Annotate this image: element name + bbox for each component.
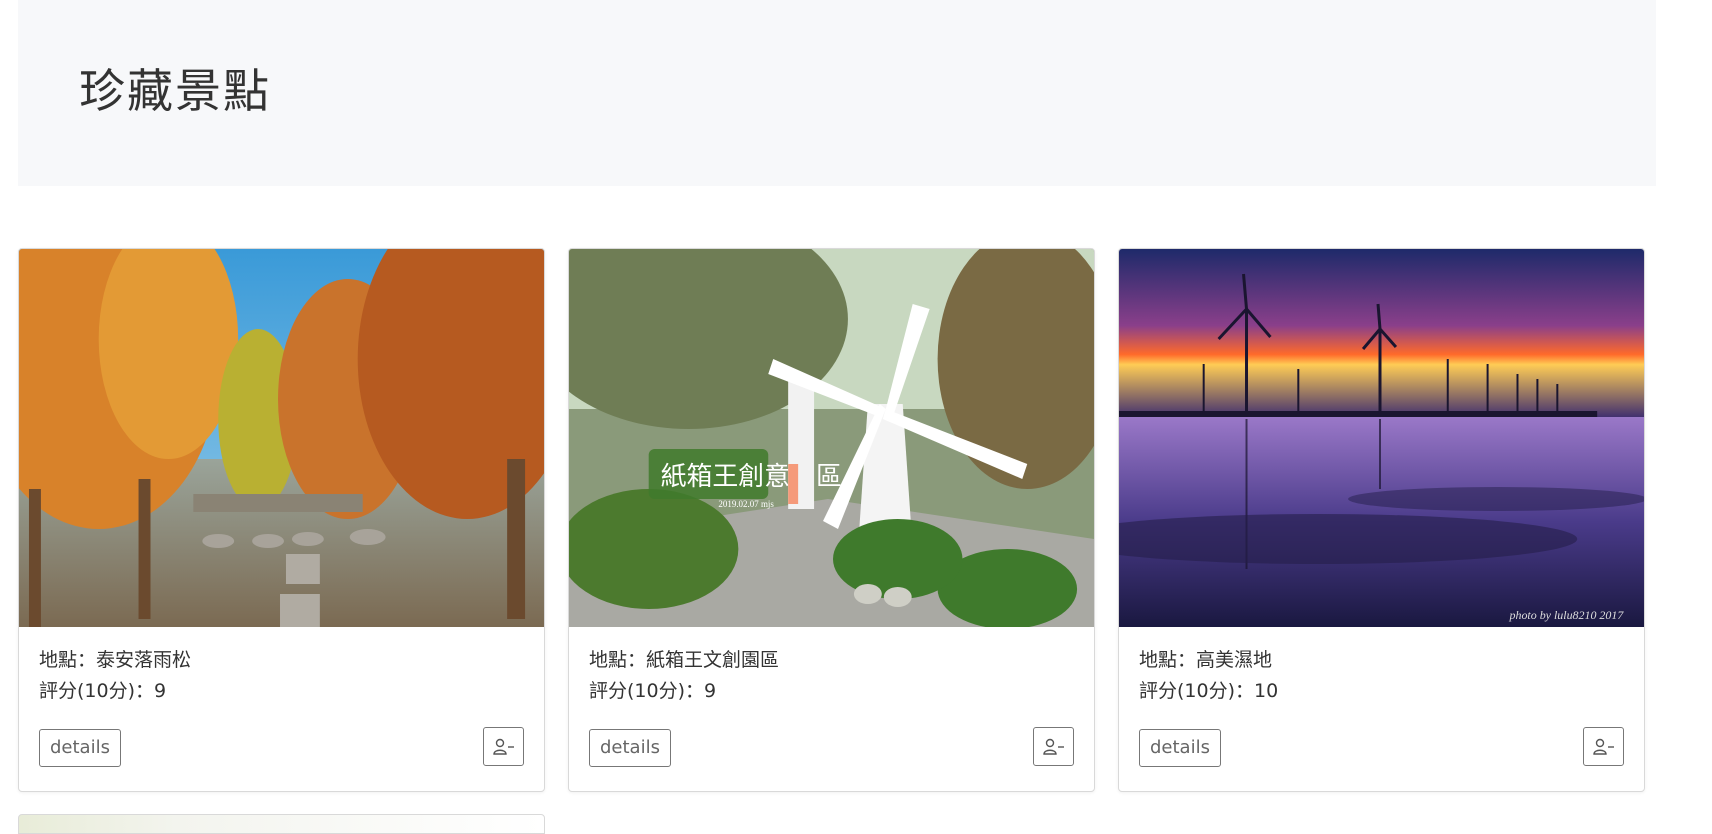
header-banner: 珍藏景點	[18, 0, 1656, 186]
attraction-card: 地點：泰安落雨松 評分(10分)：9 details	[18, 248, 545, 792]
remove-user-button[interactable]	[483, 727, 524, 766]
location-text: 地點：紙箱王文創園區	[589, 649, 780, 671]
rating-text: 評分(10分)：9	[589, 680, 717, 702]
image-caption-title: 紙箱王創意園區	[661, 462, 842, 491]
details-button[interactable]: details	[1139, 729, 1221, 767]
remove-user-button[interactable]	[1033, 727, 1074, 766]
details-button[interactable]: details	[39, 729, 121, 767]
page-title: 珍藏景點	[79, 64, 271, 118]
details-button[interactable]: details	[589, 729, 671, 767]
card-body: 地點：高美濕地 評分(10分)：10	[1139, 645, 1278, 707]
image-watermark: photo by lulu8210 2017	[1509, 608, 1625, 622]
rating-text: 評分(10分)：10	[1139, 680, 1279, 702]
card-image-autumn-forest	[19, 249, 544, 627]
remove-user-button[interactable]	[1583, 727, 1624, 766]
location-text: 地點：高美濕地	[1139, 649, 1273, 671]
person-minus-icon	[1042, 738, 1064, 755]
person-minus-icon	[492, 738, 514, 755]
person-minus-icon	[1592, 738, 1614, 755]
attraction-card: 紙箱王創意園區 2019.02.07 mjs 地點：紙箱王文創園區 評分(10分…	[568, 248, 1095, 792]
image-caption-date: 2019.02.07 mjs	[718, 499, 774, 509]
attraction-card: photo by lulu8210 2017 地點：高美濕地 評分(10分)：1…	[1118, 248, 1645, 792]
card-body: 地點：紙箱王文創園區 評分(10分)：9	[589, 645, 779, 707]
card-image-wetland-sunset: photo by lulu8210 2017	[1119, 249, 1644, 627]
card-image-windmill-park: 紙箱王創意園區 2019.02.07 mjs	[569, 249, 1094, 627]
rating-text: 評分(10分)：9	[39, 680, 167, 702]
card-body: 地點：泰安落雨松 評分(10分)：9	[39, 645, 191, 707]
location-text: 地點：泰安落雨松	[39, 649, 192, 671]
attraction-card-partial	[18, 814, 545, 834]
